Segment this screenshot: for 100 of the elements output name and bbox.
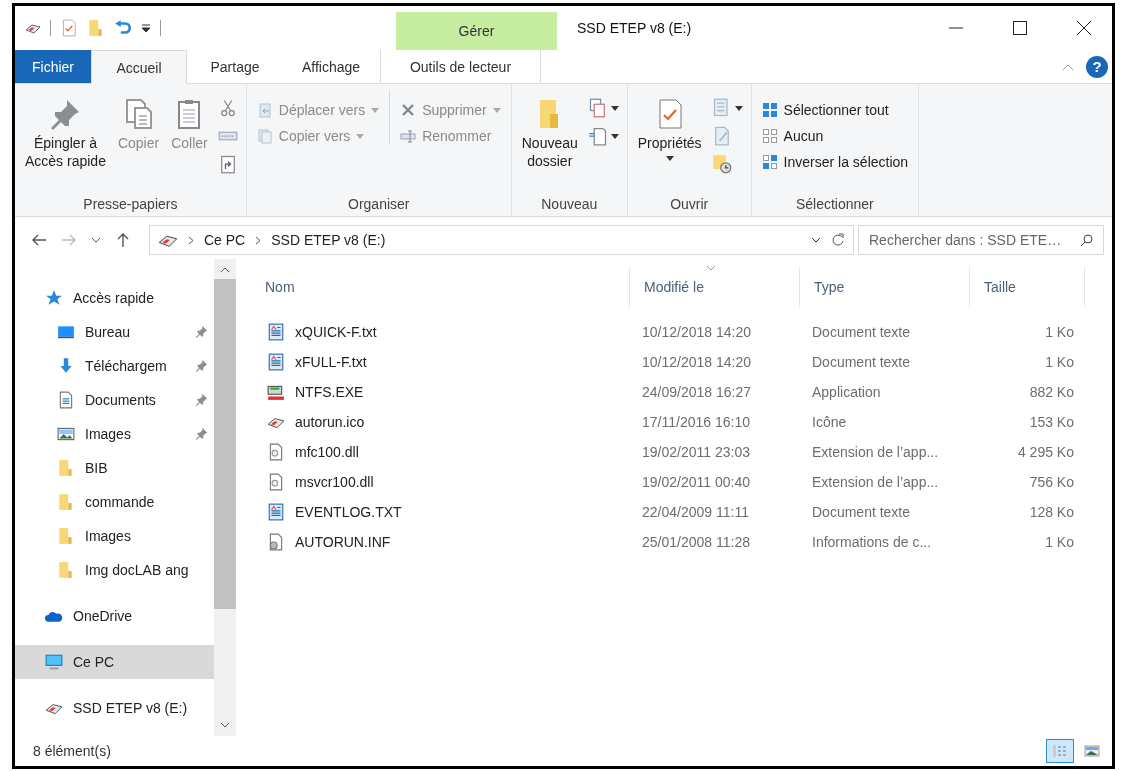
pin-icon [49, 98, 82, 130]
table-cell-text: 19/02/2011 00:40 [641, 474, 751, 490]
nav-item[interactable]: Img docLAB ang [15, 553, 214, 587]
table-cell-text: 4 295 Ko [1016, 444, 1075, 460]
view-button[interactable] [1046, 739, 1074, 763]
address-bar[interactable]: Ce PC SSD ETEP v8 (E:) [149, 225, 854, 255]
ribbon-button[interactable]: Aucun [759, 128, 911, 144]
ribbon-tab[interactable]: Accueil [91, 50, 187, 84]
nav-item[interactable]: Accès rapide [15, 281, 214, 315]
scroll-up-icon[interactable] [220, 267, 230, 273]
table-cell-text: 22/04/2009 11:11 [641, 504, 750, 520]
table-cell-text: 1 Ko [1044, 534, 1075, 550]
ribbon-tab[interactable]: Outils de lecteur [380, 50, 541, 83]
cross-icon [400, 102, 417, 118]
table-cell-text: 882 Ko [1028, 384, 1075, 400]
window-title: SSD ETEP v8 (E:) [577, 20, 692, 36]
group-label: Presse-papiers [82, 196, 179, 212]
ribbon-button[interactable]: Propriétés [635, 90, 704, 161]
pin-icon [195, 427, 208, 440]
nav-item[interactable]: Ce PC [15, 645, 214, 679]
details-view-icon [1052, 743, 1068, 759]
file-name[interactable]: msvcr100.dll [295, 474, 374, 490]
caret-icon [356, 133, 365, 139]
nav-item[interactable]: Images [15, 519, 214, 553]
help-button[interactable]: ? [1086, 55, 1108, 78]
back-icon[interactable] [31, 232, 47, 248]
ribbon-button[interactable]: Nouveau dossier [519, 90, 580, 170]
folder-icon [57, 493, 75, 511]
caret-icon [665, 156, 674, 161]
nav-item[interactable]: Documents [15, 383, 214, 417]
table-cell-text: 10/12/2018 14:20 [641, 354, 752, 370]
table-cell-text: 24/09/2018 16:27 [641, 384, 752, 400]
nav-item[interactable]: Images [15, 417, 214, 451]
breadcrumb[interactable]: Ce PC [204, 232, 246, 248]
nav-item[interactable]: commande [15, 485, 214, 519]
mixed-grid-icon [761, 154, 778, 170]
chevron-icon[interactable] [255, 235, 262, 245]
table-cell-text: 1 Ko [1044, 324, 1075, 340]
file-name[interactable]: autorun.ico [295, 414, 365, 430]
scroll-down-icon[interactable] [220, 722, 230, 728]
group-label: Nouveau [540, 196, 599, 212]
monitor-icon [45, 653, 63, 671]
nav-item[interactable]: Bureau [15, 315, 214, 349]
table-cell-text: 17/11/2016 16:10 [641, 414, 751, 430]
ribbon-button[interactable]: Sélectionner tout [759, 102, 911, 118]
up-icon[interactable] [115, 232, 131, 248]
search-field[interactable]: Rechercher dans : SSD ETE… [858, 225, 1104, 255]
refresh-icon[interactable] [831, 233, 845, 247]
ribbon-button[interactable]: Inverser la sélection [759, 154, 911, 170]
rename-icon [400, 128, 417, 144]
nav-item[interactable]: Téléchargem [15, 349, 214, 383]
scrollbar[interactable] [214, 259, 236, 736]
file-name[interactable]: NTFS.EXE [295, 384, 364, 400]
caret-icon[interactable] [734, 105, 743, 111]
caret-icon[interactable] [610, 105, 619, 111]
file-name[interactable]: EVENTLOG.TXT [295, 504, 402, 520]
text-file-icon [267, 353, 285, 371]
ribbon-button[interactable]: Épingler à Accès rapide [23, 90, 108, 170]
pin-icon [195, 359, 208, 372]
sort-caret-icon [706, 265, 716, 271]
undo-icon [114, 19, 132, 37]
file-icon [267, 473, 285, 491]
caret-icon[interactable] [610, 133, 619, 139]
close-icon[interactable] [1076, 20, 1092, 36]
application-icon [267, 383, 285, 401]
maximize-icon[interactable] [1012, 20, 1028, 36]
ribbon-tab[interactable]: Fichier [15, 50, 91, 83]
recent-caret-icon[interactable] [91, 237, 101, 243]
desktop-icon [57, 323, 75, 341]
breadcrumb[interactable]: SSD ETEP v8 (E:) [271, 232, 386, 248]
table-cell-text: Application [811, 384, 882, 400]
dropdown-caret-icon[interactable] [811, 237, 821, 243]
picture-icon [57, 425, 75, 443]
column-header[interactable]: Taille [969, 267, 1084, 307]
star-icon [45, 289, 63, 307]
filled-grid-icon [761, 102, 778, 118]
file-name[interactable]: xFULL-F.txt [295, 354, 367, 370]
nav-item[interactable]: OneDrive [15, 599, 214, 633]
text-file-icon [267, 323, 285, 341]
column-header[interactable]: Type [799, 267, 969, 307]
nav-item[interactable]: SSD ETEP v8 (E:) [15, 691, 214, 725]
table-cell-text: 25/01/2008 11:28 [641, 534, 751, 550]
column-header[interactable]: Modifié le [629, 267, 799, 307]
chevron-icon[interactable] [188, 235, 194, 245]
table-cell-text: Document texte [811, 504, 912, 520]
clock-folder-icon[interactable] [711, 154, 732, 174]
scrollbar-thumb[interactable] [214, 279, 236, 609]
customize-caret-icon[interactable] [141, 23, 151, 33]
table-cell-text: Extension de l’app... [811, 444, 940, 460]
nav-item[interactable]: BIB [15, 451, 214, 485]
file-name[interactable]: AUTORUN.INF [295, 534, 391, 550]
file-name[interactable]: xQUICK-F.txt [295, 324, 377, 340]
caret-icon [371, 107, 380, 113]
outline-grid-icon [761, 128, 778, 144]
file-name[interactable]: mfc100.dll [295, 444, 359, 460]
file-icon [267, 443, 285, 461]
search-icon[interactable] [1080, 233, 1094, 247]
folder-icon [57, 561, 75, 579]
column-header[interactable]: Nom [251, 267, 629, 307]
collapse-ribbon-icon[interactable] [1062, 62, 1074, 71]
